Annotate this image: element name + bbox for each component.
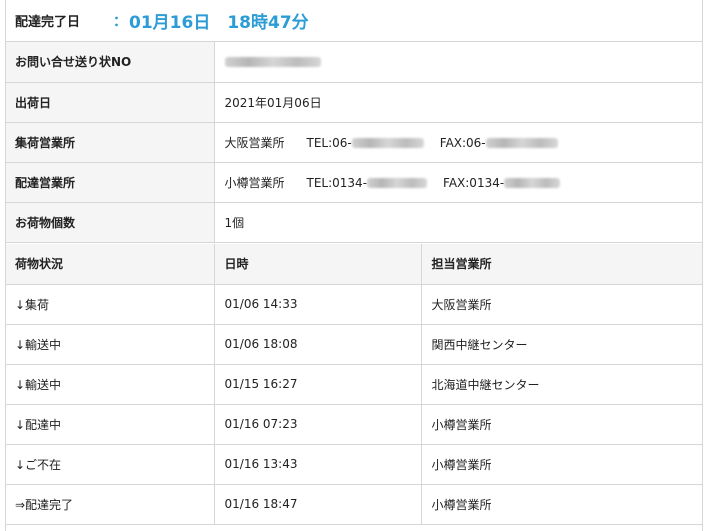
delivery-office-name: 小樽営業所	[224, 175, 285, 190]
history-office: 北海道中継センター	[421, 364, 702, 405]
table-row: ↓ご不在 01/16 13:43 小樽営業所	[6, 444, 702, 485]
pickup-office-value: 大阪営業所 TEL:06- FAX:06-	[214, 122, 702, 163]
table-row: ↓集荷 01/06 14:33 大阪営業所	[6, 284, 702, 325]
delivery-complete-date: 01月16日	[129, 13, 211, 33]
pickup-tel-prefix: TEL:06-	[306, 135, 352, 150]
delivery-office-row: 配達営業所 小樽営業所 TEL:0134- FAX:0134-	[6, 162, 702, 203]
tracking-history-table: 荷物状況 日時 担当営業所 ↓集荷 01/06 14:33 大阪営業所 ↓輸送中…	[6, 244, 702, 525]
pickup-office-name: 大阪営業所	[224, 135, 285, 150]
delivery-office-value: 小樽営業所 TEL:0134- FAX:0134-	[214, 162, 702, 203]
ship-date-row: 出荷日 2021年01月06日	[6, 82, 702, 123]
history-office: 関西中継センター	[421, 324, 702, 365]
pickup-office-label: 集荷営業所	[6, 122, 215, 163]
table-row: ↓輸送中 01/15 16:27 北海道中継センター	[6, 364, 702, 405]
column-header-status: 荷物状況	[6, 244, 215, 285]
history-datetime: 01/16 18:47	[214, 484, 422, 525]
ship-date-value: 2021年01月06日	[214, 82, 702, 123]
delivery-complete-time: 18時47分	[227, 13, 309, 33]
history-datetime: 01/15 16:27	[214, 364, 422, 405]
redacted-pickup-tel	[351, 138, 424, 148]
history-status: ↓ご不在	[6, 444, 215, 485]
header-colon: ：	[113, 13, 127, 30]
shipment-info-table: お問い合せ送り状NO 出荷日 2021年01月06日 集荷営業所 大阪営業所 TE…	[6, 42, 702, 243]
column-header-datetime: 日時	[214, 244, 422, 285]
redacted-pickup-fax	[485, 138, 558, 148]
ship-date-label: 出荷日	[6, 82, 215, 123]
package-count-label: お荷物個数	[6, 202, 215, 243]
history-datetime: 01/16 13:43	[214, 444, 422, 485]
history-status: ↓輸送中	[6, 324, 215, 365]
history-office: 小樽営業所	[421, 484, 702, 525]
history-status: ↓集荷	[6, 284, 215, 325]
tracking-panel: 配達完了日 ： 01月16日 18時47分 お問い合せ送り状NO 出荷日 202…	[5, 0, 703, 531]
package-count-value: 1個	[214, 202, 702, 243]
pickup-fax-prefix: FAX:06-	[439, 135, 486, 150]
delivery-office-label: 配達営業所	[6, 162, 215, 203]
column-header-office: 担当営業所	[421, 244, 702, 285]
inquiry-number-row: お問い合せ送り状NO	[6, 42, 702, 83]
history-office: 大阪営業所	[421, 284, 702, 325]
package-count-row: お荷物個数 1個	[6, 202, 702, 243]
delivery-fax-prefix: FAX:0134-	[443, 175, 505, 190]
table-row: ↓配達中 01/16 07:23 小樽営業所	[6, 404, 702, 445]
history-header-row: 荷物状況 日時 担当営業所	[6, 244, 702, 285]
history-datetime: 01/16 07:23	[214, 404, 422, 445]
table-row: ⇒配達完了 01/16 18:47 小樽営業所	[6, 484, 702, 525]
table-row: ↓輸送中 01/06 18:08 関西中継センター	[6, 324, 702, 365]
history-datetime: 01/06 14:33	[214, 284, 422, 325]
history-status: ⇒配達完了	[6, 484, 215, 525]
history-status: ↓輸送中	[6, 364, 215, 405]
redacted-tracking-number	[224, 57, 321, 68]
delivery-tel-prefix: TEL:0134-	[306, 175, 368, 190]
redacted-delivery-fax	[504, 178, 561, 188]
inquiry-number-label: お問い合せ送り状NO	[6, 42, 215, 83]
delivery-complete-header: 配達完了日 ： 01月16日 18時47分	[6, 0, 702, 42]
inquiry-number-value	[214, 42, 702, 83]
redacted-delivery-tel	[367, 178, 428, 188]
delivery-complete-label: 配達完了日	[15, 15, 81, 30]
pickup-office-row: 集荷営業所 大阪営業所 TEL:06- FAX:06-	[6, 122, 702, 163]
history-office: 小樽営業所	[421, 404, 702, 445]
history-office: 小樽営業所	[421, 444, 702, 485]
table-continuation-edge	[6, 524, 702, 531]
history-datetime: 01/06 18:08	[214, 324, 422, 365]
history-status: ↓配達中	[6, 404, 215, 445]
